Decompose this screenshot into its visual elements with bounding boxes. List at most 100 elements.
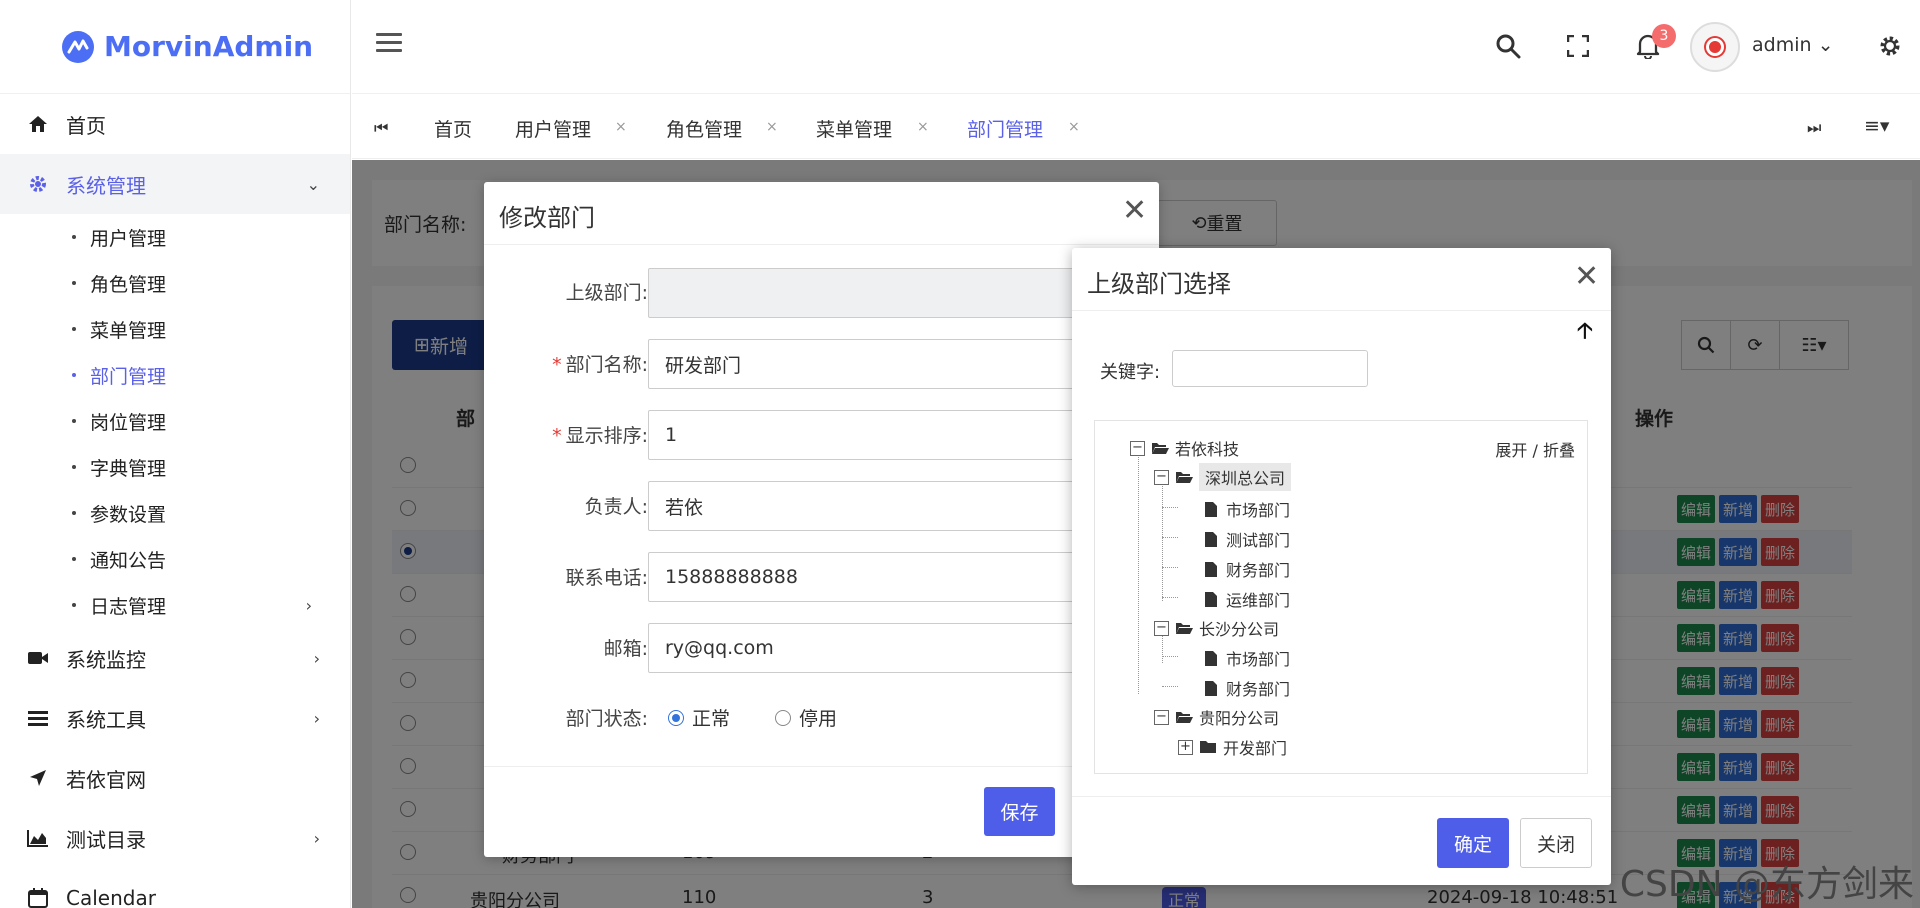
status-radio-normal[interactable]: 正常 <box>668 704 730 731</box>
folder-icon <box>1199 739 1217 755</box>
tree-node-gy-dev[interactable]: + 开发部门 <box>1178 735 1287 759</box>
submenu-role[interactable]: 角色管理 <box>0 260 350 306</box>
close-icon[interactable]: ✕ <box>1122 196 1147 226</box>
sidebar: MorvinAdmin 首页 系统管理 ⌄ 用户管理 角色管理 菜单管理 部门管… <box>0 0 351 908</box>
watermark: CSDN @东方剑来 <box>1619 864 1914 905</box>
bars-icon <box>26 710 50 726</box>
phone-label: 联系电话: <box>565 567 648 589</box>
chevron-right-icon: › <box>305 595 312 615</box>
tab-dept[interactable]: 部门管理 <box>967 115 1043 142</box>
tabs-scroll-right-icon[interactable]: ⏭ <box>1807 118 1821 138</box>
edit-dialog-title: 修改部门 <box>499 204 595 232</box>
tab-close-icon[interactable]: × <box>766 119 778 135</box>
tree-dialog-title: 上级部门选择 <box>1087 270 1231 298</box>
menu-system-label: 系统管理 <box>66 173 146 198</box>
phone-input[interactable]: 15888888888 <box>648 552 1088 602</box>
order-input[interactable]: 1 <box>648 410 1088 460</box>
submenu-menu[interactable]: 菜单管理 <box>0 306 350 352</box>
logo[interactable]: MorvinAdmin <box>0 0 350 94</box>
menu-system[interactable]: 系统管理 ⌄ <box>0 154 350 214</box>
menu-tools[interactable]: 系统工具 › <box>0 688 350 748</box>
tree-node-leaf[interactable]: 市场部门 <box>1202 646 1290 670</box>
chevron-right-icon: › <box>313 828 320 848</box>
menu-calendar[interactable]: Calendar <box>0 868 350 908</box>
leader-label: 负责人: <box>584 496 648 518</box>
file-icon <box>1202 591 1220 607</box>
search-icon[interactable] <box>1492 30 1524 62</box>
logo-icon <box>62 30 94 63</box>
submenu-config[interactable]: 参数设置 <box>0 490 350 536</box>
submenu-user[interactable]: 用户管理 <box>0 214 350 260</box>
collapse-icon: − <box>1130 440 1145 456</box>
chevron-right-icon: › <box>313 648 320 668</box>
save-button[interactable]: 保存 <box>984 787 1055 836</box>
submenu-post[interactable]: 岗位管理 <box>0 398 350 444</box>
bell-icon[interactable]: 3 <box>1632 24 1676 62</box>
tab-close-icon[interactable]: × <box>917 119 929 135</box>
notification-badge: 3 <box>1652 24 1676 48</box>
parent-label: 上级部门: <box>565 282 648 304</box>
status-radio-disabled[interactable]: 停用 <box>775 704 837 731</box>
parent-dept-input[interactable] <box>648 268 1225 318</box>
dept-name-label: * 部门名称: <box>552 354 648 376</box>
tree-node-leaf[interactable]: 测试部门 <box>1202 527 1290 551</box>
arrow-up-icon[interactable]: 🡡 <box>1577 314 1593 352</box>
file-icon <box>1202 680 1220 696</box>
hamburger-menu-icon[interactable] <box>376 33 402 53</box>
close-icon[interactable]: ✕ <box>1574 262 1599 292</box>
tree-node-leaf[interactable]: 财务部门 <box>1202 557 1290 581</box>
tree-node-leaf[interactable]: 运维部门 <box>1202 587 1290 611</box>
status-label: 部门状态: <box>565 708 648 730</box>
confirm-button[interactable]: 确定 <box>1437 818 1509 868</box>
menu-home[interactable]: 首页 <box>0 94 350 154</box>
settings-gear-icon[interactable] <box>1874 30 1906 62</box>
collapse-icon: − <box>1154 709 1169 725</box>
tab-menu[interactable]: 菜单管理 <box>816 115 892 142</box>
dept-name-input[interactable]: 研发部门 <box>648 339 1088 389</box>
home-icon <box>26 115 50 133</box>
tabs-bar: ⏮ 首页 用户管理 × 角色管理 × 菜单管理 × 部门管理 × ⏭ ≡▾ <box>352 95 1920 159</box>
location-arrow-icon <box>26 769 50 787</box>
tab-user[interactable]: 用户管理 <box>515 115 591 142</box>
folder-open-icon <box>1175 620 1193 636</box>
submenu-log[interactable]: 日志管理 › <box>0 582 350 628</box>
fullscreen-icon[interactable] <box>1562 30 1594 62</box>
tree-node-leaf[interactable]: 财务部门 <box>1202 676 1290 700</box>
tree-node-leaf[interactable]: 市场部门 <box>1202 497 1290 521</box>
submenu-notice[interactable]: 通知公告 <box>0 536 350 582</box>
order-label: * 显示排序: <box>552 425 648 447</box>
tree-node-gy[interactable]: − 贵阳分公司 <box>1154 705 1279 729</box>
submenu-dict[interactable]: 字典管理 <box>0 444 350 490</box>
chevron-down-icon: ⌄ <box>306 174 320 194</box>
folder-open-icon <box>1151 440 1169 456</box>
keyword-label: 关键字: <box>1100 362 1161 383</box>
area-chart-icon <box>26 829 50 847</box>
user-menu[interactable]: admin ⌄ <box>1752 34 1834 56</box>
tree-node-root[interactable]: − 若依科技 <box>1130 436 1239 460</box>
menu-test[interactable]: 测试目录 › <box>0 808 350 868</box>
submenu-dept[interactable]: 部门管理 <box>0 352 350 398</box>
file-icon <box>1202 531 1220 547</box>
menu-website[interactable]: 若依官网 <box>0 748 350 808</box>
expand-collapse-toggle[interactable]: 展开 / 折叠 <box>1495 437 1575 461</box>
avatar[interactable] <box>1690 22 1740 72</box>
tabs-options-icon[interactable]: ≡▾ <box>1864 115 1889 137</box>
close-button[interactable]: 关闭 <box>1520 818 1592 868</box>
tree-node-cs[interactable]: − 长沙分公司 <box>1154 616 1279 640</box>
email-label: 邮箱: <box>603 638 648 660</box>
file-icon <box>1202 650 1220 666</box>
leader-input[interactable]: 若依 <box>648 481 1088 531</box>
file-icon <box>1202 501 1220 517</box>
tab-close-icon[interactable]: × <box>615 119 627 135</box>
menu-monitor[interactable]: 系统监控 › <box>0 628 350 688</box>
tabs-scroll-left-icon[interactable]: ⏮ <box>374 118 388 138</box>
keyword-input[interactable] <box>1172 350 1368 387</box>
tab-close-icon[interactable]: × <box>1068 119 1080 135</box>
folder-open-icon <box>1175 709 1193 725</box>
tree-node-sz[interactable]: − 深圳总公司 <box>1154 463 1292 491</box>
tab-role[interactable]: 角色管理 <box>666 115 742 142</box>
top-header: 3 admin ⌄ <box>352 0 1920 94</box>
email-input[interactable]: ry@qq.com <box>648 623 1088 673</box>
tab-home[interactable]: 首页 <box>434 115 472 142</box>
collapse-icon: − <box>1154 620 1169 636</box>
